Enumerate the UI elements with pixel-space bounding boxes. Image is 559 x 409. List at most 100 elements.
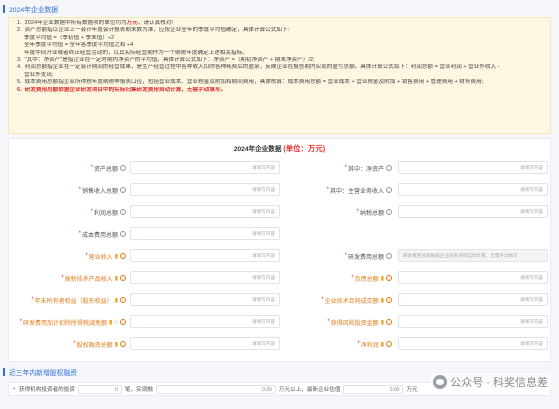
amount-input[interactable]: 请填写内容 — [130, 249, 280, 262]
book-icon[interactable]: ▮ — [115, 341, 118, 348]
amount-input[interactable]: 请填写内容 — [398, 183, 548, 196]
required-marker: * — [31, 297, 34, 303]
notice-line: 6. 研发费用总额依据企业研发项目中的实际归集研发费用自动计算，无需手动填写。 — [17, 87, 542, 94]
section-header-2024: 2024年企业数据 — [0, 3, 559, 15]
form-row: * 销售收入总额 i 请填写内容 * 其中：主营业务收入 i 请填写内容 — [9, 183, 552, 197]
amount-input[interactable]: 请填写内容 — [130, 337, 280, 350]
notice-text: 成本费用总额指企业所得税年度纳税申报表口径，包括营业成本、营业税金及附加和期间费… — [24, 79, 484, 86]
info-icon[interactable]: i — [120, 253, 126, 259]
notice-text: "其中：净资产"是指企业在一定时期内净资产的平均值。具体计算公式如下：净资产 =… — [24, 57, 315, 64]
info-icon[interactable]: i — [120, 187, 126, 193]
equity-text-2: 万元以上，最新企业估值 — [278, 387, 341, 393]
info-icon[interactable]: i — [386, 187, 392, 193]
notice-line: 5. 成本费用总额指企业所得税年度纳税申报表口径，包括营业成本、营业税金及附加和期… — [17, 79, 542, 86]
form-title: 2024年企业数据 (单位：万元) — [9, 142, 550, 156]
info-icon[interactable]: i — [386, 165, 392, 171]
field-label-text: 企业技术合同成交额 — [324, 298, 379, 305]
form-row: * 资产总额 i 请填写内容 * 其中：净资产 i 请填写内容 — [9, 161, 552, 175]
info-icon[interactable]: i — [386, 209, 392, 215]
info-icon[interactable]: i — [120, 231, 126, 237]
equity-text-1: 笔，实现融 — [124, 387, 153, 393]
amount-input[interactable]: 请填写内容 — [130, 315, 280, 328]
field-label: * 其中：净资产 i — [279, 161, 392, 175]
section-accent-bar — [3, 368, 5, 376]
field-label: * 利润总额 i — [13, 205, 126, 219]
investment-count-input[interactable]: 0 — [77, 384, 122, 394]
notice-text: 全年季度平均值 = 全年各季度平均值之和 ÷4 — [24, 42, 134, 49]
required-marker: * — [357, 341, 360, 347]
amount-input[interactable]: 请填写内容 — [398, 161, 548, 174]
rd-expense-auto-field: 研发费用总额根据企业研发项目自动计算，无需手动填写 — [398, 249, 548, 262]
form-row: * 高新技术产品收入 ▮ i 请填写内容 * 负债总额 ▮ i 请填写内容 — [9, 271, 552, 285]
notice-text: 资产总额指以企业上一会计年度会计报表期末数为准，应按企业全年的季度平均值确定，具… — [24, 27, 290, 34]
book-icon[interactable]: ▮ — [115, 253, 118, 260]
book-icon[interactable]: ▮ — [381, 297, 384, 304]
financing-amount-input[interactable]: 0.00 — [155, 384, 276, 394]
amount-input[interactable]: 请填写内容 — [130, 271, 280, 284]
valuation-input[interactable]: 0.00 — [343, 384, 404, 394]
amount-input[interactable]: 请填写内容 — [130, 205, 280, 218]
required-marker: * — [344, 253, 347, 259]
company-data-form: 2024年企业数据 (单位：万元) * 资产总额 i 请填写内容 * 其中：净资产 i 请填写… — [8, 138, 551, 362]
field-label: * 资产总额 i — [13, 161, 126, 175]
info-icon[interactable]: i — [386, 253, 392, 259]
info-icon[interactable]: i — [120, 297, 126, 303]
info-icon[interactable]: i — [386, 275, 392, 281]
notice-text: ，请认真核对! — [137, 20, 173, 26]
required-marker: * — [321, 297, 324, 303]
book-icon[interactable]: ▮ — [381, 341, 384, 348]
notice-number: 1. — [17, 20, 22, 26]
info-icon[interactable]: i — [386, 297, 392, 303]
notice-number: 6. — [17, 86, 22, 93]
required-marker: * — [78, 231, 81, 237]
notice-number: 3. — [17, 57, 22, 64]
required-marker: * — [326, 187, 329, 193]
section-title: 2024年企业数据 — [9, 7, 59, 14]
section-accent-bar — [3, 5, 5, 13]
amount-input[interactable]: 请填写内容 — [398, 337, 548, 350]
required-marker: * — [85, 253, 88, 259]
field-label: * 成本费用总额 i — [13, 227, 126, 241]
amount-input[interactable]: 请填写内容 — [130, 183, 280, 196]
info-icon[interactable]: i — [120, 209, 126, 215]
form-title-text: 2024年企业数据 — [233, 146, 282, 153]
notice-text: 营业外支出; — [24, 71, 54, 78]
form-row: * 营业收入 ▮ i 请填写内容 * 研发费用总额 i 研发费用总额根据企业研发项目自动计算，无… — [9, 249, 552, 263]
field-label-text: 股权融资总额 — [76, 342, 113, 349]
amount-input[interactable]: 请填写内容 — [398, 205, 548, 218]
amount-input[interactable]: 请填写内容 — [130, 293, 280, 306]
book-icon[interactable]: ▮ — [381, 319, 384, 326]
notice-text: 2024年企业数据中所有数据项的单位均为 — [24, 20, 127, 26]
field-label-text: 销售收入总额 — [81, 188, 118, 195]
notice-box: 1. 2024年企业数据中所有数据项的单位均为万元，请认真核对! 2. 资产总额指以企… — [8, 17, 551, 134]
field-label-text: 负债总额 — [354, 276, 379, 283]
amount-input[interactable]: 请填写内容 — [398, 315, 548, 328]
amount-input[interactable]: 请填写内容 — [130, 227, 280, 240]
field-label-text: 成本费用总额 — [81, 232, 118, 239]
required-marker: * — [73, 341, 76, 347]
info-icon[interactable]: i — [120, 165, 126, 171]
book-icon[interactable]: ▮ — [381, 275, 384, 282]
book-icon[interactable]: ▮ — [115, 297, 118, 304]
field-label: * 研发费用总额 i — [279, 249, 392, 263]
notice-line: 年度中间开业或者终止经营活动的，以其实际经营期作为一个纳税年度确定上述相关指标。 — [17, 50, 542, 57]
required-marker: * — [90, 209, 93, 215]
field-label: * 研发费用加计扣除所得税减免额 ▮ ☝ i — [13, 315, 126, 329]
book-icon[interactable]: ▮ — [115, 275, 118, 282]
field-label-text: 资产总额 — [93, 166, 118, 173]
info-icon[interactable]: i — [120, 319, 126, 325]
required-marker: * — [356, 209, 359, 215]
info-icon[interactable]: i — [120, 341, 126, 347]
notice-line: 营业外支出; — [17, 72, 542, 79]
amount-input[interactable]: 请填写内容 — [398, 271, 548, 284]
amount-input[interactable]: 请填写内容 — [398, 293, 548, 306]
required-marker: * — [78, 187, 81, 193]
notice-line: 4. 利润总额指企业在一定会计期间的经营成果，是生产经营过程中各种收入扣除各种耗费… — [17, 64, 542, 71]
field-label: * 股权融资总额 ▮ i — [13, 337, 126, 351]
field-label-text: 纳税总额 — [359, 210, 384, 217]
info-icon[interactable]: i — [120, 275, 126, 281]
amount-input[interactable]: 请填写内容 — [130, 161, 280, 174]
book-icon[interactable]: ▮ — [109, 319, 112, 326]
info-icon[interactable]: i — [386, 341, 392, 347]
info-icon[interactable]: i — [386, 319, 392, 325]
